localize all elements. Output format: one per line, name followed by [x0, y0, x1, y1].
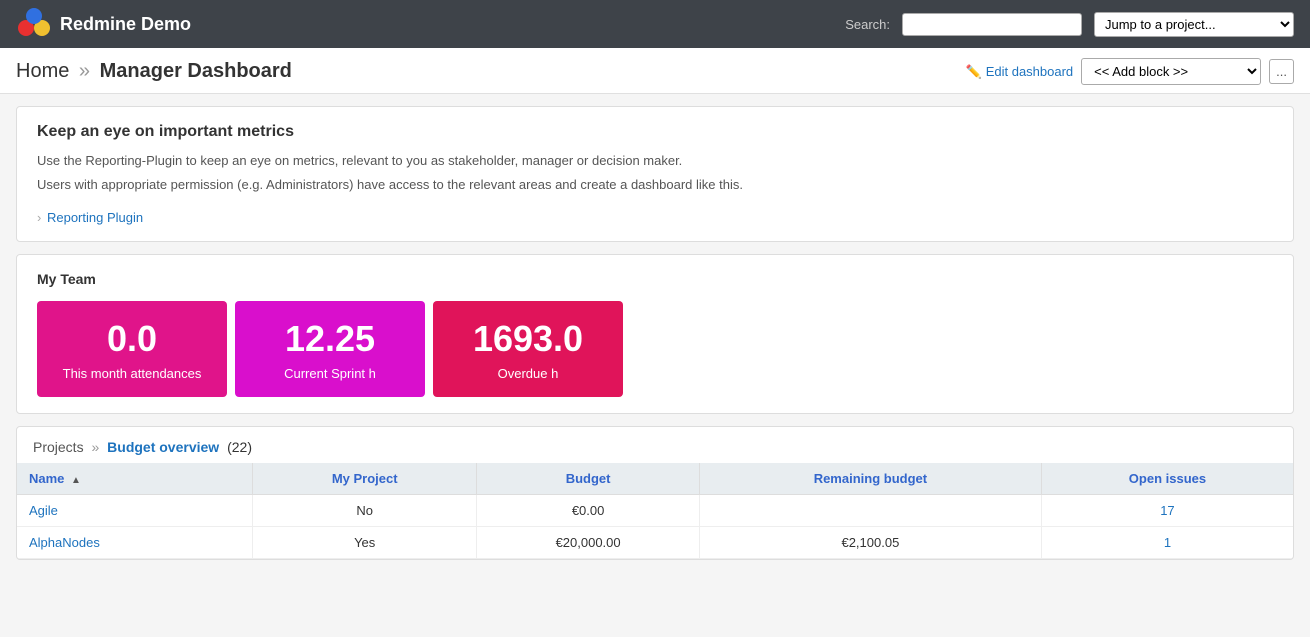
my-project-cell: Yes	[253, 527, 477, 559]
col-open-issues: Open issues	[1041, 463, 1293, 495]
reporting-plugin-link[interactable]: Reporting Plugin	[47, 210, 143, 225]
budget-cell: €0.00	[477, 495, 700, 527]
projects-table-header-row: Name ▲ My Project Budget Remaining budge…	[17, 463, 1293, 495]
page-header: Home » Manager Dashboard ✏️ Edit dashboa…	[0, 48, 1310, 94]
search-input[interactable]	[902, 13, 1082, 36]
header-actions: ✏️ Edit dashboard << Add block >> ...	[966, 58, 1294, 85]
breadcrumb-current: Manager Dashboard	[100, 60, 292, 82]
breadcrumb-sep: »	[79, 60, 90, 82]
team-block: My Team 0.0 This month attendances 12.25…	[16, 254, 1294, 414]
chevron-right-icon: ›	[37, 210, 41, 225]
sprint-label: Current Sprint h	[259, 366, 401, 381]
project-name-link[interactable]: Agile	[29, 503, 58, 518]
project-name-cell: Agile	[17, 495, 253, 527]
budget-overview-link[interactable]: Budget overview	[107, 439, 219, 455]
edit-dashboard-button[interactable]: ✏️ Edit dashboard	[966, 64, 1074, 80]
table-row: AlphaNodes Yes€20,000.00€2,100.05 1	[17, 527, 1293, 559]
attendances-value: 0.0	[61, 317, 203, 360]
overdue-value: 1693.0	[457, 317, 599, 360]
breadcrumb: Home » Manager Dashboard	[16, 60, 292, 83]
more-icon: ...	[1276, 64, 1287, 79]
overdue-label: Overdue h	[457, 366, 599, 381]
budget-cell: €20,000.00	[477, 527, 700, 559]
col-budget: Budget	[477, 463, 700, 495]
remaining-budget-cell	[699, 495, 1041, 527]
logo-area: Redmine Demo	[16, 6, 191, 42]
info-block-title: Keep an eye on important metrics	[37, 123, 1273, 141]
info-block: Keep an eye on important metrics Use the…	[16, 106, 1294, 242]
table-row: Agile No€0.00 17	[17, 495, 1293, 527]
sprint-value: 12.25	[259, 317, 401, 360]
col-my-project: My Project	[253, 463, 477, 495]
metrics-row: 0.0 This month attendances 12.25 Current…	[37, 301, 1273, 397]
jump-to-project-select[interactable]: Jump to a project...AgileAlphaNodes	[1094, 12, 1294, 37]
metric-overdue: 1693.0 Overdue h	[433, 301, 623, 397]
info-block-line1: Use the Reporting-Plugin to keep an eye …	[37, 151, 1273, 171]
projects-table: Name ▲ My Project Budget Remaining budge…	[17, 463, 1293, 559]
projects-count: (22)	[227, 439, 252, 455]
projects-label: Projects	[33, 439, 84, 455]
projects-sep: »	[91, 439, 99, 455]
attendances-label: This month attendances	[61, 366, 203, 381]
info-block-line2: Users with appropriate permission (e.g. …	[37, 175, 1273, 195]
breadcrumb-home: Home	[16, 60, 69, 82]
project-name-cell: AlphaNodes	[17, 527, 253, 559]
metric-sprint: 12.25 Current Sprint h	[235, 301, 425, 397]
projects-table-body: Agile No€0.00 17 AlphaNodes Yes€20,000.00€2,…	[17, 495, 1293, 559]
open-issues-cell: 17	[1041, 495, 1293, 527]
col-remaining: Remaining budget	[699, 463, 1041, 495]
projects-block: Projects » Budget overview (22) Name ▲ M…	[16, 426, 1294, 560]
remaining-budget-cell: €2,100.05	[699, 527, 1041, 559]
add-block-select[interactable]: << Add block >>	[1081, 58, 1261, 85]
main-content: Keep an eye on important metrics Use the…	[0, 94, 1310, 637]
pencil-icon: ✏️	[966, 64, 982, 80]
team-block-title: My Team	[37, 271, 1273, 287]
header: Redmine Demo Search: Jump to a project..…	[0, 0, 1310, 48]
sort-icon: ▲	[71, 475, 81, 486]
search-label: Search:	[845, 17, 890, 32]
open-issues-link[interactable]: 17	[1160, 503, 1174, 518]
metric-attendances: 0.0 This month attendances	[37, 301, 227, 397]
open-issues-cell: 1	[1041, 527, 1293, 559]
col-name: Name ▲	[17, 463, 253, 495]
projects-table-head: Name ▲ My Project Budget Remaining budge…	[17, 463, 1293, 495]
open-issues-link[interactable]: 1	[1164, 535, 1171, 550]
my-project-cell: No	[253, 495, 477, 527]
projects-block-header: Projects » Budget overview (22)	[17, 427, 1293, 463]
more-options-button[interactable]: ...	[1269, 59, 1294, 84]
app-title: Redmine Demo	[60, 14, 191, 35]
app-logo-icon	[16, 6, 52, 42]
project-name-link[interactable]: AlphaNodes	[29, 535, 100, 550]
